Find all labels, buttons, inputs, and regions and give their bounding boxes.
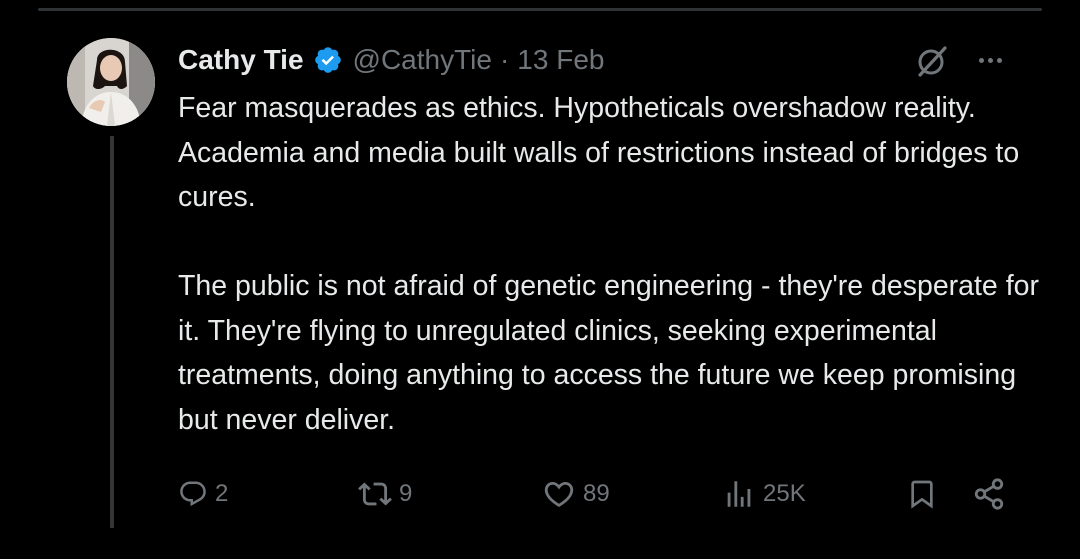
grok-icon[interactable]: [914, 43, 950, 79]
thread-line: [110, 136, 114, 528]
action-bar: 2 9 89 25K: [178, 474, 1018, 514]
views-icon: [722, 477, 756, 511]
tweet-header: Cathy Tie @CathyTie · 13 Feb: [178, 40, 604, 80]
top-divider: [38, 8, 1042, 11]
repost-count: 9: [399, 480, 413, 507]
avatar-photo: [67, 38, 155, 126]
share-icon: [972, 477, 1006, 511]
avatar[interactable]: [67, 38, 155, 126]
timestamp[interactable]: 13 Feb: [517, 44, 604, 76]
like-icon: [542, 477, 576, 511]
tweet-paragraph-1: Fear masquerades as ethics. Hypothetical…: [178, 92, 1020, 213]
repost-icon: [358, 477, 392, 511]
repost-button[interactable]: 9: [358, 474, 412, 514]
reply-button[interactable]: 2: [178, 474, 228, 514]
verified-badge-icon[interactable]: [313, 45, 343, 75]
like-count: 89: [583, 480, 610, 507]
display-name[interactable]: Cathy Tie: [178, 44, 304, 76]
bookmark-icon: [906, 478, 938, 510]
views-count: 25K: [763, 480, 806, 507]
like-button[interactable]: 89: [542, 474, 610, 514]
bookmark-button[interactable]: [906, 474, 938, 514]
handle[interactable]: @CathyTie: [353, 44, 492, 76]
views-button[interactable]: 25K: [722, 474, 806, 514]
share-button[interactable]: [972, 474, 1006, 514]
reply-icon: [178, 479, 208, 509]
more-icon[interactable]: [972, 44, 1008, 76]
reply-count: 2: [215, 480, 229, 507]
separator-dot: ·: [499, 44, 510, 75]
tweet-text: Fear masquerades as ethics. Hypothetical…: [178, 86, 1048, 442]
tweet-paragraph-2: The public is not afraid of genetic engi…: [178, 270, 1039, 436]
